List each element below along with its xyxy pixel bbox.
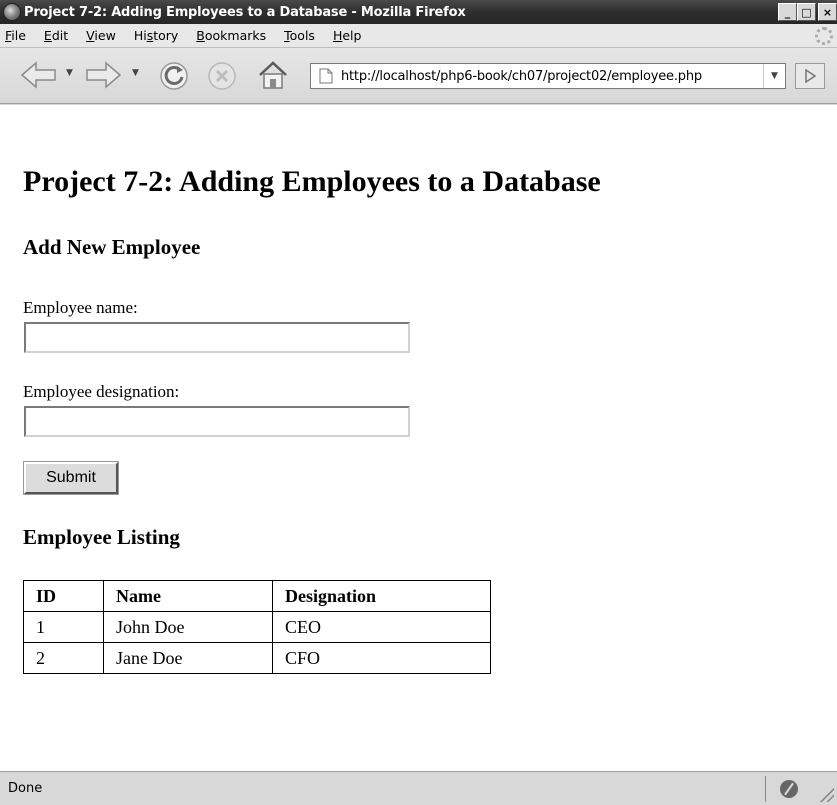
table-row: 1 John Doe CEO: [23, 611, 491, 643]
column-header-id: ID: [23, 580, 104, 612]
menu-bookmarks[interactable]: Bookmarks: [187, 28, 275, 43]
forward-dropdown-icon[interactable]: ▼: [132, 68, 139, 78]
page-icon: [319, 68, 333, 84]
reload-icon[interactable]: [158, 60, 190, 92]
close-icon: ×: [822, 5, 833, 19]
cell-designation: CFO: [272, 642, 491, 674]
url-bar[interactable]: http://localhost/php6-book/ch07/project0…: [310, 63, 786, 89]
url-dropdown-icon[interactable]: ▼: [763, 64, 785, 88]
status-bar: Done: [0, 771, 837, 805]
throbber-icon: [815, 27, 833, 45]
employee-listing-heading: Employee Listing: [23, 525, 180, 549]
resize-grip-icon[interactable]: [818, 786, 834, 802]
navigation-toolbar: ▼ ▼ http://localhost/php6-book/ch07/proj…: [0, 48, 837, 104]
employee-designation-input[interactable]: [24, 406, 410, 437]
stop-icon[interactable]: [206, 60, 238, 92]
window-title: Project 7-2: Adding Employees to a Datab…: [24, 4, 466, 20]
home-icon[interactable]: [256, 58, 290, 92]
popup-blocker-icon[interactable]: [780, 780, 798, 798]
menu-history[interactable]: History: [125, 28, 187, 43]
firefox-icon: [3, 3, 21, 21]
add-employee-heading: Add New Employee: [23, 235, 201, 259]
employee-designation-label: Employee designation:: [23, 382, 180, 401]
cell-id: 2: [23, 642, 104, 674]
go-icon: [805, 69, 817, 83]
menu-view[interactable]: View: [77, 28, 125, 43]
column-header-designation: Designation: [272, 580, 491, 612]
close-button[interactable]: ×: [818, 3, 837, 21]
page-title: Project 7-2: Adding Employees to a Datab…: [23, 165, 601, 198]
table-row: 2 Jane Doe CFO: [23, 642, 491, 674]
menu-tools[interactable]: Tools: [275, 28, 324, 43]
forward-icon[interactable]: [84, 61, 122, 89]
cell-name: Jane Doe: [103, 642, 273, 674]
cell-name: John Doe: [103, 611, 273, 643]
minimize-button[interactable]: _: [778, 3, 797, 21]
window-titlebar[interactable]: Project 7-2: Adding Employees to a Datab…: [0, 0, 837, 24]
menu-file[interactable]: File: [0, 28, 35, 43]
status-text: Done: [8, 781, 43, 796]
window-controls: _ □ ×: [778, 3, 837, 21]
maximize-icon: □: [801, 5, 812, 19]
page-content: Project 7-2: Adding Employees to a Datab…: [0, 105, 837, 771]
back-icon[interactable]: [20, 61, 58, 89]
table-header-row: ID Name Designation: [23, 580, 491, 612]
maximize-button[interactable]: □: [797, 3, 816, 21]
menu-bar: File Edit View History Bookmarks Tools H…: [0, 24, 837, 48]
submit-button[interactable]: Submit: [23, 461, 119, 495]
go-button[interactable]: [795, 63, 825, 89]
column-header-name: Name: [103, 580, 273, 612]
menu-edit[interactable]: Edit: [35, 28, 77, 43]
back-dropdown-icon[interactable]: ▼: [66, 68, 73, 78]
employee-name-label: Employee name:: [23, 298, 138, 317]
status-divider: [765, 776, 766, 802]
cell-id: 1: [23, 611, 104, 643]
cell-designation: CEO: [272, 611, 491, 643]
employee-name-input[interactable]: [24, 322, 410, 353]
employee-table: ID Name Designation 1 John Doe CEO 2 Jan…: [23, 580, 491, 674]
menu-help[interactable]: Help: [324, 28, 371, 43]
url-text[interactable]: http://localhost/php6-book/ch07/project0…: [341, 69, 763, 84]
minimize-icon: _: [784, 5, 791, 19]
